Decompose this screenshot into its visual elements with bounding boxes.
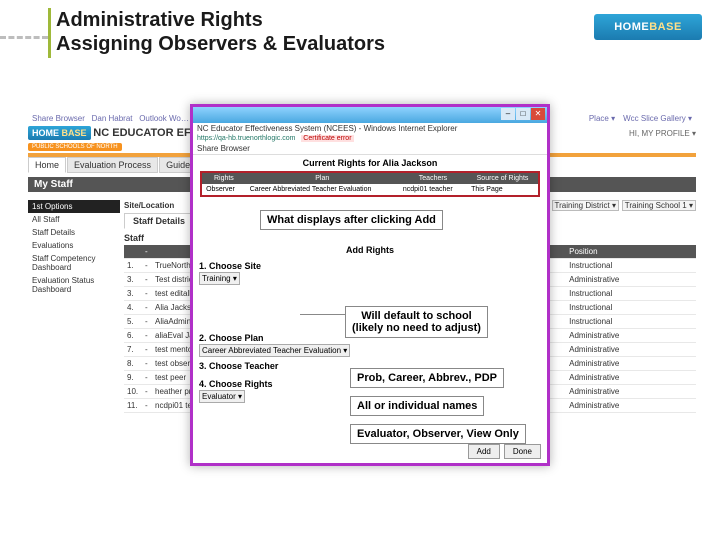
nav-competency[interactable]: Staff Competency Dashboard <box>28 252 120 274</box>
current-rights-heading: Current Rights for Alia Jackson <box>193 155 547 171</box>
accent-bar <box>48 8 51 58</box>
profile-menu[interactable]: HI, MY PROFILE ▾ <box>629 129 696 138</box>
cert-error-icon: Certificate error <box>301 135 353 142</box>
homebase-logo: HOME BASE <box>594 14 702 40</box>
done-button[interactable]: Done <box>504 444 541 459</box>
tab-home[interactable]: Home <box>28 157 66 173</box>
left-nav: 1st Options All Staff Staff Details Eval… <box>28 200 120 296</box>
app-logo: HOME BASE <box>28 126 91 140</box>
minimize-icon[interactable]: – <box>501 108 515 120</box>
current-rights-table: RightsPlanTeachersSource of Rights Obser… <box>200 171 540 197</box>
add-button[interactable]: Add <box>468 444 500 459</box>
dialog-window-title: NC Educator Effectiveness System (NCEES)… <box>193 123 547 134</box>
district-select[interactable]: Training District ▾ <box>552 200 620 211</box>
school-select[interactable]: Training School 1 ▾ <box>622 200 696 211</box>
callout-leader-line <box>300 314 345 315</box>
slide-title: Administrative Rights Assigning Observer… <box>56 8 385 56</box>
title-line2: Assigning Observers & Evaluators <box>56 33 385 55</box>
choose-plan-select[interactable]: Career Abbreviated Teacher Evaluation ▾ <box>199 344 350 357</box>
nav-staff-details[interactable]: Staff Details <box>28 226 120 239</box>
dialog-share[interactable]: Share Browser <box>193 143 547 155</box>
choose-site-select[interactable]: Training ▾ <box>199 272 240 285</box>
decorative-dashes <box>0 36 48 39</box>
leftnav-header: 1st Options <box>28 200 120 213</box>
tab-staff-details[interactable]: Staff Details <box>124 213 194 229</box>
step-1-label: 1. Choose Site <box>193 255 547 273</box>
callout-default-school: Will default to school(likely no need to… <box>345 306 488 338</box>
app-subheader: PUBLIC SCHOOLS OF NORTH <box>28 143 122 151</box>
tab-eval-process[interactable]: Evaluation Process <box>67 157 158 173</box>
nav-eval-status[interactable]: Evaluation Status Dashboard <box>28 274 120 296</box>
app-header: NC EDUCATOR EFF <box>93 127 197 139</box>
site-location-label: Site/Location <box>124 201 174 210</box>
nav-all-staff[interactable]: All Staff <box>28 213 120 226</box>
add-rights-heading: Add Rights <box>193 245 547 255</box>
maximize-icon[interactable]: □ <box>516 108 530 120</box>
dialog-titlebar: – □ ✕ <box>193 107 547 123</box>
callout-after-add: What displays after clicking Add <box>260 210 443 230</box>
dialog-url: https://qa-hb.truenorthlogic.com Certifi… <box>193 134 547 143</box>
callout-rights-options: Evaluator, Observer, View Only <box>350 424 526 444</box>
close-icon[interactable]: ✕ <box>531 108 545 120</box>
callout-teacher-options: All or individual names <box>350 396 484 416</box>
choose-rights-select[interactable]: Evaluator ▾ <box>199 390 245 403</box>
callout-plan-options: Prob, Career, Abbrev., PDP <box>350 368 504 388</box>
nav-evaluations[interactable]: Evaluations <box>28 239 120 252</box>
title-line1: Administrative Rights <box>56 9 263 31</box>
